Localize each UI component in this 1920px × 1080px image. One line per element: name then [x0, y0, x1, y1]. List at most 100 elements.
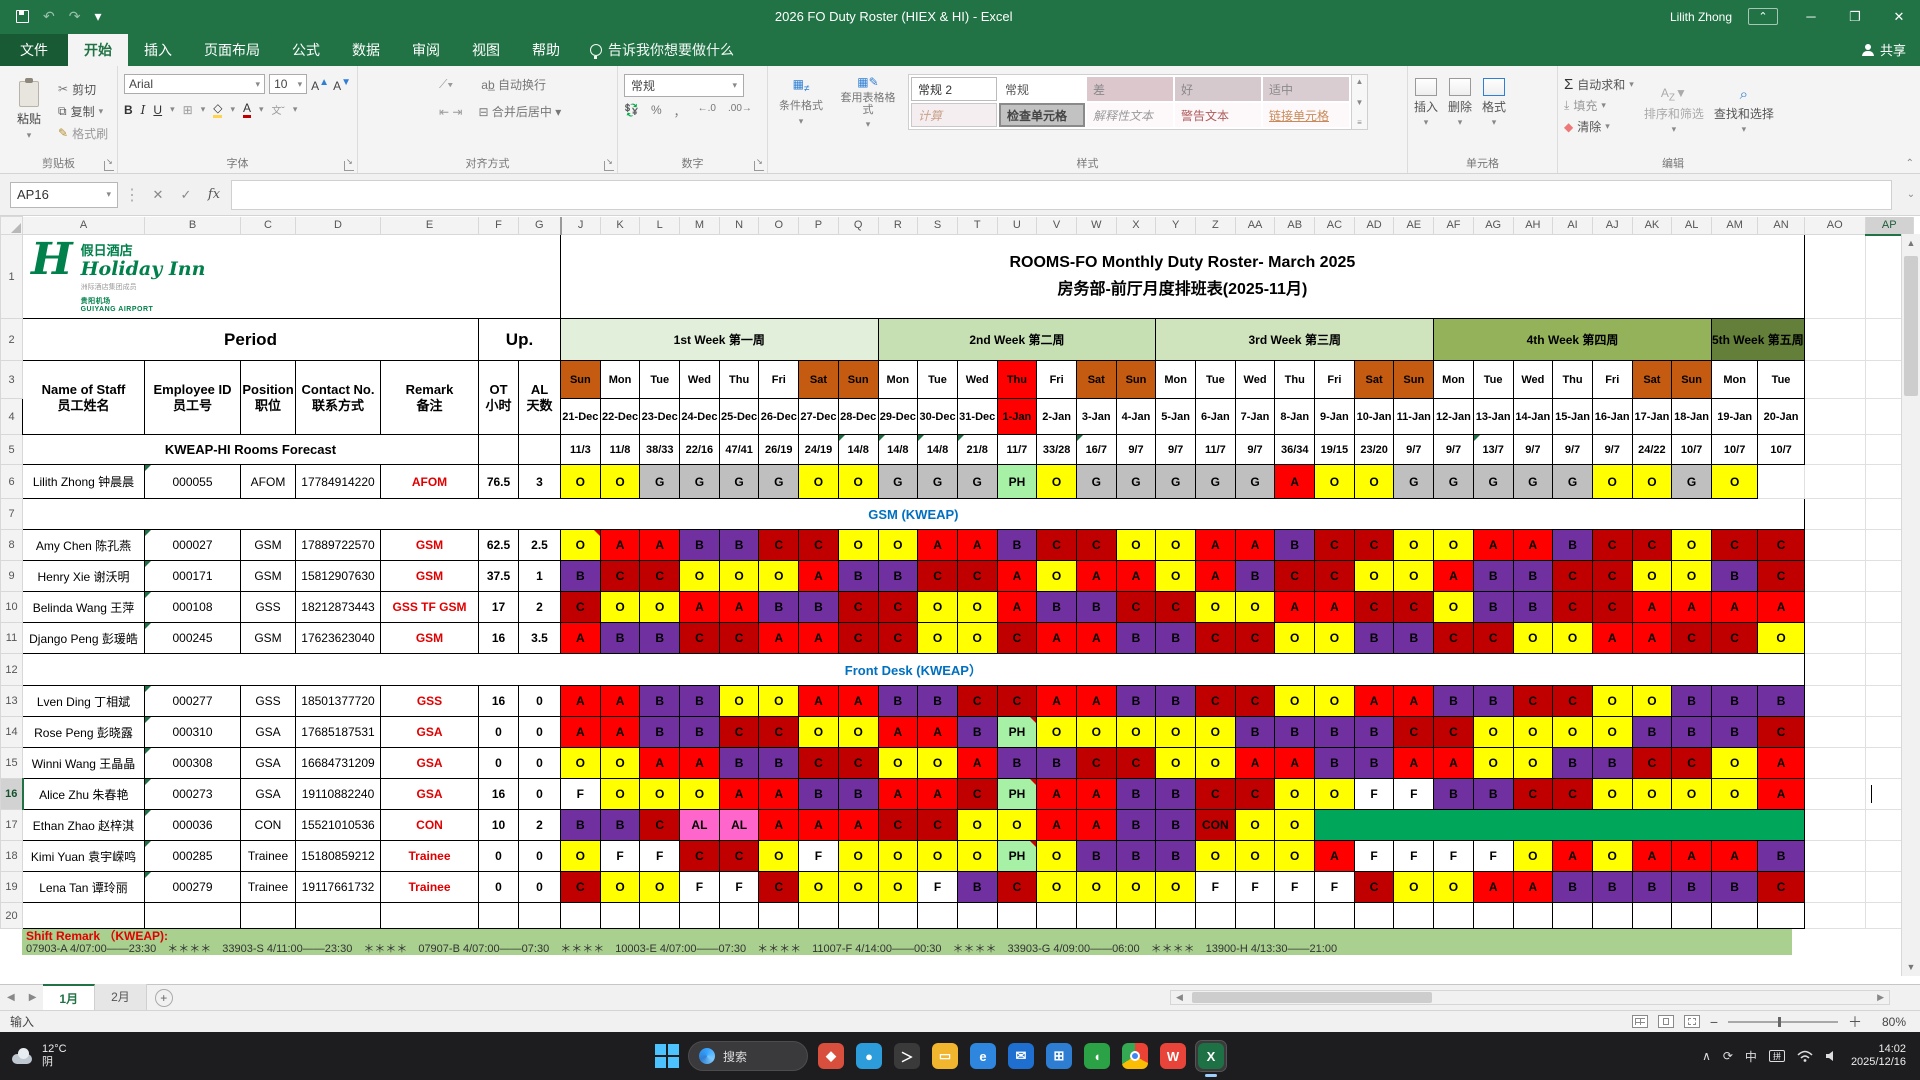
horizontal-scroll-thumb[interactable] — [1191, 992, 1432, 1003]
shift-cell[interactable]: C — [996, 685, 1038, 717]
shift-cell[interactable]: B — [1631, 871, 1673, 903]
shift-cell[interactable]: O — [996, 809, 1038, 841]
day-name-cell[interactable]: Mon — [599, 360, 641, 399]
chrome-browser-icon[interactable] — [1120, 1041, 1150, 1071]
shift-cell[interactable]: C — [679, 622, 720, 654]
al-cell[interactable]: 0 — [518, 871, 561, 903]
shift-cell[interactable]: C — [1671, 622, 1712, 654]
contact-cell[interactable]: 19110882240 — [295, 778, 381, 810]
shift-cell[interactable]: B — [1552, 529, 1593, 561]
normal-view-icon[interactable] — [1631, 1015, 1648, 1028]
shift-cell[interactable]: O — [1433, 591, 1474, 623]
date-cell[interactable]: 14-Jan — [1512, 398, 1554, 435]
shift-cell[interactable]: A — [798, 685, 839, 717]
shift-cell[interactable]: A — [1631, 622, 1673, 654]
shift-cell[interactable]: O — [1591, 464, 1633, 499]
shift-cell[interactable]: B — [1710, 716, 1759, 748]
day-name-cell[interactable]: Sat — [1353, 360, 1395, 399]
shift-cell[interactable]: F — [1472, 840, 1514, 872]
shift-cell[interactable]: O — [917, 622, 958, 654]
shift-cell[interactable]: B — [1433, 778, 1474, 810]
row-header-19[interactable]: 19 — [0, 871, 23, 903]
contacts-app-icon[interactable]: ● — [854, 1041, 884, 1071]
shift-cell[interactable]: O — [1155, 716, 1196, 748]
shift-cell[interactable]: B — [1036, 591, 1077, 623]
shift-cell[interactable]: B — [996, 529, 1038, 561]
font-size-select[interactable]: 10 ▾ — [269, 74, 308, 94]
position-cell[interactable]: GSM — [240, 622, 296, 654]
borders-icon[interactable]: ⊞ — [183, 103, 193, 117]
empty-cell[interactable] — [1803, 560, 1866, 592]
position-cell[interactable]: CON — [240, 809, 296, 841]
shift-cell[interactable]: C — [996, 622, 1038, 654]
shift-cell[interactable]: A — [877, 716, 919, 748]
date-cell[interactable]: 5-Jan — [1155, 398, 1196, 435]
shift-cell[interactable]: B — [1552, 871, 1593, 903]
day-name-cell[interactable]: Thu — [996, 360, 1038, 399]
employee-id-cell[interactable]: 000277 — [144, 685, 241, 717]
empty-cell[interactable] — [1671, 902, 1712, 929]
shift-cell[interactable]: G — [718, 464, 760, 499]
shift-cell[interactable]: O — [956, 622, 998, 654]
position-cell[interactable]: GSA — [240, 747, 296, 779]
shift-cell[interactable]: AL — [718, 809, 760, 841]
forecast-cell[interactable]: 26/19 — [758, 434, 800, 465]
shift-cell[interactable]: F — [1274, 871, 1316, 903]
shift-cell[interactable]: O — [1274, 840, 1316, 872]
forecast-cell[interactable]: 22/16 — [679, 434, 720, 465]
empty-cell[interactable] — [1803, 685, 1866, 717]
empty-cell[interactable] — [1803, 747, 1866, 779]
shift-cell[interactable]: F — [1433, 840, 1474, 872]
shift-cell[interactable]: A — [639, 747, 681, 779]
forecast-cell[interactable]: 11/8 — [599, 434, 641, 465]
day-name-cell[interactable]: Tue — [1195, 360, 1236, 399]
shift-cell[interactable]: O — [599, 778, 641, 810]
shift-cell[interactable]: O — [1671, 529, 1712, 561]
shift-cell[interactable]: B — [837, 778, 879, 810]
sort-filter-button[interactable]: AZ▼ 排序和筛选 ▾ — [1644, 86, 1704, 135]
increase-decimal-icon[interactable]: ←.0 — [698, 103, 716, 120]
shift-cell[interactable]: O — [1393, 871, 1435, 903]
cut-button[interactable]: 剪切 — [58, 81, 108, 98]
shift-cell[interactable]: O — [956, 840, 998, 872]
contact-cell[interactable]: 17623623040 — [295, 622, 381, 654]
shift-cell[interactable]: B — [639, 716, 681, 748]
staff-name-cell[interactable]: Lilith Zhong 钟晨晨 — [22, 464, 145, 499]
shift-cell[interactable]: C — [1512, 685, 1554, 717]
shift-cell[interactable]: G — [1155, 464, 1196, 499]
shift-cell[interactable]: O — [956, 809, 998, 841]
shift-cell[interactable]: C — [1552, 685, 1593, 717]
empty-cell[interactable] — [718, 902, 760, 929]
forecast-cell[interactable]: 19/15 — [1314, 434, 1355, 465]
keyboard-icon[interactable]: 拼 — [1768, 1050, 1785, 1062]
shift-cell[interactable]: F — [917, 871, 958, 903]
empty-cell[interactable] — [1803, 653, 1866, 686]
wps-app-icon[interactable]: W — [1158, 1041, 1188, 1071]
collapse-ribbon-icon[interactable]: ⌃ — [1906, 158, 1914, 169]
position-cell[interactable]: GSA — [240, 716, 296, 748]
shift-cell[interactable]: C — [560, 591, 601, 623]
shift-cell[interactable]: O — [1075, 871, 1117, 903]
column-header-L[interactable]: L — [639, 216, 681, 235]
forecast-cell[interactable]: 10/7 — [1671, 434, 1712, 465]
shift-cell[interactable]: C — [1234, 778, 1276, 810]
shift-cell[interactable]: A — [1274, 464, 1316, 499]
shift-cell[interactable]: A — [1075, 560, 1117, 592]
employee-id-cell[interactable]: 000055 — [144, 464, 241, 499]
shift-cell[interactable]: C — [1195, 622, 1236, 654]
empty-cell[interactable] — [1591, 902, 1633, 929]
shift-cell[interactable]: B — [679, 685, 720, 717]
column-header-E[interactable]: E — [380, 216, 479, 235]
menu-tab-审阅[interactable]: 审阅 — [396, 34, 456, 66]
column-header-N[interactable]: N — [718, 216, 760, 235]
menu-tab-页面布局[interactable]: 页面布局 — [188, 34, 276, 66]
empty-cell[interactable] — [1803, 716, 1866, 748]
underline-button[interactable]: U — [153, 103, 162, 117]
empty-cell[interactable] — [1803, 622, 1866, 654]
al-cell[interactable]: 0 — [518, 778, 561, 810]
empty-cell[interactable] — [798, 902, 839, 929]
shift-cell[interactable]: A — [1472, 871, 1514, 903]
menu-tab-数据[interactable]: 数据 — [336, 34, 396, 66]
shift-cell[interactable]: B — [1115, 778, 1157, 810]
shift-cell[interactable]: A — [1433, 560, 1474, 592]
